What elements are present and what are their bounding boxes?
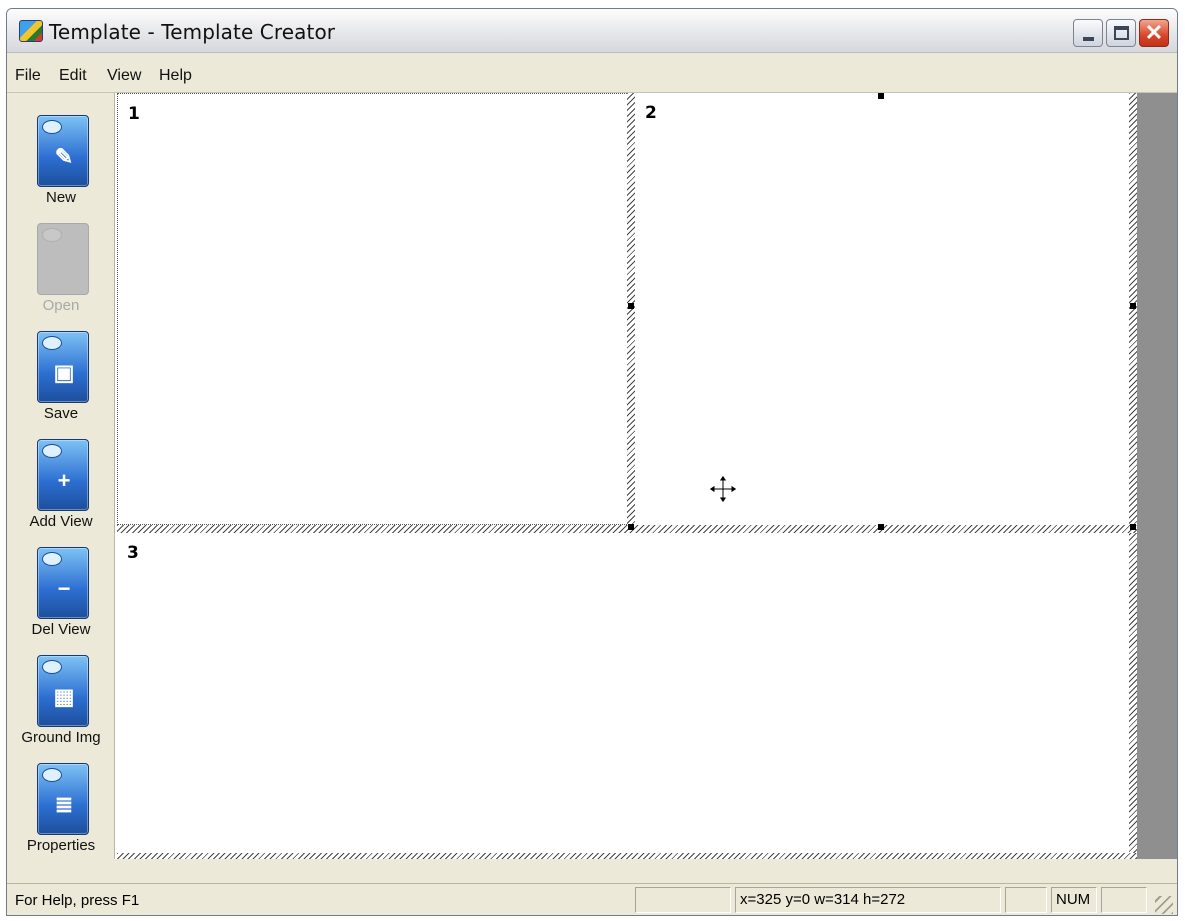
add-view-button[interactable]: + Add View xyxy=(7,435,115,535)
save-button[interactable]: ▣ Save xyxy=(7,327,115,427)
window-title: Template - Template Creator xyxy=(49,20,336,44)
pane-number: 1 xyxy=(128,104,140,124)
new-button[interactable]: ✎ New xyxy=(7,111,115,211)
properties-button[interactable]: ≣ Properties xyxy=(7,759,115,859)
pane-2-right-border[interactable] xyxy=(1129,93,1137,859)
save-disk-icon: ▣ xyxy=(37,331,89,403)
resize-handle[interactable] xyxy=(628,524,634,530)
status-bar: For Help, press F1 x=325 y=0 w=314 h=272… xyxy=(7,883,1177,915)
pane-horizontal-divider[interactable] xyxy=(117,525,1137,533)
minimize-icon xyxy=(1083,37,1094,41)
del-view-button[interactable]: − Del View xyxy=(7,543,115,643)
view-pane-3[interactable]: 3 xyxy=(117,533,1129,853)
menu-bar: File Edit View Help xyxy=(7,53,1177,93)
status-indicator xyxy=(1101,887,1147,913)
resize-grip-icon[interactable] xyxy=(1155,896,1173,914)
resize-handle[interactable] xyxy=(878,524,884,530)
add-view-icon: + xyxy=(37,439,89,511)
menu-edit[interactable]: Edit xyxy=(59,67,87,85)
add-view-label: Add View xyxy=(29,513,93,530)
ground-img-button[interactable]: ▦ Ground Img xyxy=(7,651,115,751)
ground-img-label: Ground Img xyxy=(21,729,101,746)
template-canvas[interactable]: 1 2 3 xyxy=(115,93,1137,861)
move-cursor-icon xyxy=(708,474,738,504)
resize-handle[interactable] xyxy=(1130,524,1136,530)
side-toolbar: ✎ New Open ▣ Save + Add View − Del View … xyxy=(7,93,115,859)
resize-handle[interactable] xyxy=(628,303,634,309)
pane-number: 3 xyxy=(127,543,139,563)
ground-image-icon: ▦ xyxy=(37,655,89,727)
status-num-lock: NUM xyxy=(1051,887,1097,913)
resize-handle[interactable] xyxy=(878,93,884,99)
close-button[interactable]: ✕ xyxy=(1139,19,1169,47)
properties-icon: ≣ xyxy=(37,763,89,835)
open-button[interactable]: Open xyxy=(7,219,115,319)
status-indicator xyxy=(1005,887,1047,913)
maximize-icon xyxy=(1114,26,1129,40)
resize-handle[interactable] xyxy=(1130,303,1136,309)
pane-number: 2 xyxy=(645,103,657,123)
delete-view-icon: − xyxy=(37,547,89,619)
status-empty-cell xyxy=(635,887,731,913)
maximize-button[interactable] xyxy=(1106,19,1136,47)
menu-help[interactable]: Help xyxy=(159,67,192,85)
save-label: Save xyxy=(43,405,79,422)
template-workspace: 1 2 3 xyxy=(115,93,1177,861)
open-label: Open xyxy=(42,297,80,314)
new-label: New xyxy=(45,189,76,206)
menu-file[interactable]: File xyxy=(15,67,41,85)
menu-view[interactable]: View xyxy=(107,67,141,85)
del-view-label: Del View xyxy=(31,621,91,638)
title-bar[interactable]: Template - Template Creator ✕ xyxy=(7,9,1177,53)
view-pane-2[interactable]: 2 xyxy=(635,93,1129,525)
new-document-icon: ✎ xyxy=(37,115,89,187)
view-pane-1[interactable]: 1 xyxy=(117,93,629,525)
app-logo-icon xyxy=(19,20,43,42)
pane-1-right-border[interactable] xyxy=(627,93,635,529)
app-window: Template - Template Creator ✕ File Edit … xyxy=(6,8,1178,916)
close-icon: ✕ xyxy=(1144,20,1164,45)
status-coordinates: x=325 y=0 w=314 h=272 xyxy=(735,887,1001,913)
minimize-button[interactable] xyxy=(1073,19,1103,47)
properties-label: Properties xyxy=(26,837,96,854)
open-folder-icon xyxy=(37,223,89,295)
status-help-text: For Help, press F1 xyxy=(15,892,140,909)
bottom-strip xyxy=(7,859,1177,883)
